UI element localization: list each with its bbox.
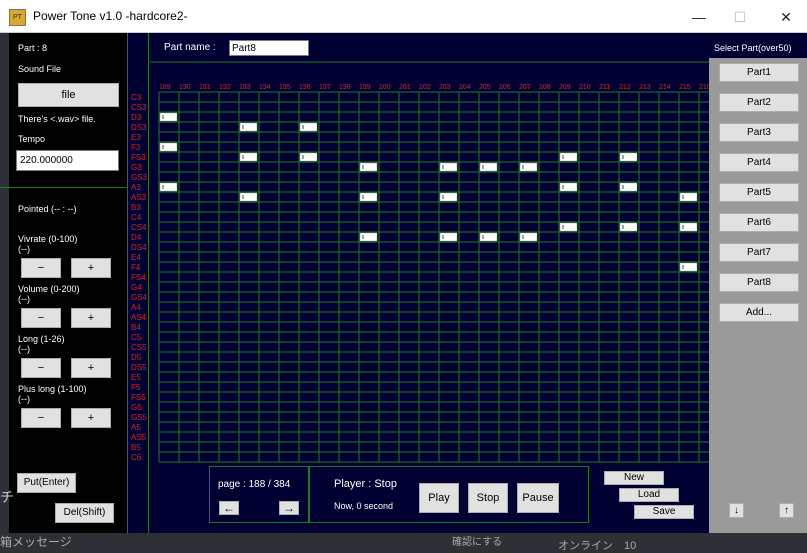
row-label: CS4 xyxy=(131,223,147,232)
column-label: 193 xyxy=(239,84,251,91)
column-label: 211 xyxy=(599,84,610,91)
row-label: B5 xyxy=(131,443,141,452)
column-label: 213 xyxy=(639,84,651,91)
row-label: D5 xyxy=(131,353,142,362)
next-page-button[interactable]: → xyxy=(279,501,299,515)
part-button-1[interactable]: Part1 xyxy=(719,63,799,82)
row-label: DS4 xyxy=(131,243,147,252)
column-label: 190 xyxy=(179,84,191,91)
part-button-7[interactable]: Part7 xyxy=(719,243,799,262)
row-label: B3 xyxy=(131,203,141,212)
row-label: FS4 xyxy=(131,273,146,282)
scroll-up-button[interactable]: ↑ xyxy=(779,503,794,518)
column-label: 207 xyxy=(519,84,531,91)
part-button-3[interactable]: Part3 xyxy=(719,123,799,142)
part-button-8[interactable]: Part8 xyxy=(719,273,799,292)
row-label: C5 xyxy=(131,333,142,342)
row-label: G4 xyxy=(131,283,142,292)
column-label: 212 xyxy=(619,84,631,91)
column-label: 197 xyxy=(319,84,331,91)
play-button[interactable]: Play xyxy=(419,483,459,513)
column-label: 214 xyxy=(659,84,671,91)
column-label: 203 xyxy=(439,84,451,91)
row-label: F5 xyxy=(131,383,141,392)
column-label: 215 xyxy=(679,84,691,91)
row-label: AS5 xyxy=(131,433,147,442)
save-button[interactable]: Save xyxy=(634,505,694,519)
column-label: 204 xyxy=(459,84,471,91)
row-label: G5 xyxy=(131,403,142,412)
add-part-button[interactable]: Add... xyxy=(719,303,799,322)
part-button-2[interactable]: Part2 xyxy=(719,93,799,112)
column-label: 205 xyxy=(479,84,491,91)
row-label: D3 xyxy=(131,113,142,122)
player-time: Now, 0 second xyxy=(334,501,394,511)
row-label: AS3 xyxy=(131,193,147,202)
part-button-4[interactable]: Part4 xyxy=(719,153,799,172)
bg-text-fragment: チ xyxy=(0,489,14,505)
new-button[interactable]: New xyxy=(604,471,664,485)
row-label: DS3 xyxy=(131,123,147,132)
column-label: 195 xyxy=(279,84,291,91)
column-label: 206 xyxy=(499,84,511,91)
column-label: 198 xyxy=(339,84,351,91)
row-label: C3 xyxy=(131,93,142,102)
column-label: 192 xyxy=(219,84,231,91)
row-label: FS3 xyxy=(131,153,146,162)
background-taskbar: 箱メッセージ 確認にする オンライン 10 xyxy=(0,533,807,552)
part-button-6[interactable]: Part6 xyxy=(719,213,799,232)
row-label: CS3 xyxy=(131,103,147,112)
row-label: B4 xyxy=(131,323,141,332)
bg-text-mid: 確認にする xyxy=(452,537,503,548)
row-label: A4 xyxy=(131,303,141,312)
column-label: 189 xyxy=(159,84,171,91)
row-label: CS5 xyxy=(131,343,147,352)
row-label: D4 xyxy=(131,233,142,242)
row-label: A5 xyxy=(131,423,141,432)
player-status: Player : Stop xyxy=(334,478,397,490)
row-label: F4 xyxy=(131,263,141,272)
column-label: 202 xyxy=(419,84,431,91)
row-label: F3 xyxy=(131,143,141,152)
stop-button[interactable]: Stop xyxy=(468,483,508,513)
select-part-label: Select Part(over50) xyxy=(714,43,792,53)
scroll-down-button[interactable]: ↓ xyxy=(729,503,744,518)
row-label: FS5 xyxy=(131,393,146,402)
row-label: A3 xyxy=(131,183,141,192)
column-label: 191 xyxy=(199,84,211,91)
bg-text-left: 箱メッセージ xyxy=(0,535,72,549)
row-label: E4 xyxy=(131,253,141,262)
row-label: AS4 xyxy=(131,313,147,322)
row-label: DS5 xyxy=(131,363,147,372)
row-label: E3 xyxy=(131,133,141,142)
row-label: GS4 xyxy=(131,293,148,302)
row-label: C6 xyxy=(131,453,142,462)
prev-page-button[interactable]: ← xyxy=(219,501,239,515)
row-label: GS5 xyxy=(131,413,148,422)
column-label: 209 xyxy=(559,84,571,91)
column-label: 196 xyxy=(299,84,311,91)
column-label: 201 xyxy=(399,84,411,91)
page-indicator: page : 188 / 384 xyxy=(218,479,291,490)
column-label: 208 xyxy=(539,84,551,91)
column-label: 200 xyxy=(379,84,391,91)
column-label: 199 xyxy=(359,84,371,91)
row-label: GS3 xyxy=(131,173,148,182)
load-button[interactable]: Load xyxy=(619,488,679,502)
row-label: E5 xyxy=(131,373,141,382)
row-label: C4 xyxy=(131,213,142,222)
part-button-5[interactable]: Part5 xyxy=(719,183,799,202)
column-label: 210 xyxy=(579,84,591,91)
pause-button[interactable]: Pause xyxy=(517,483,559,513)
row-label: G3 xyxy=(131,163,142,172)
column-label: 194 xyxy=(259,84,271,91)
